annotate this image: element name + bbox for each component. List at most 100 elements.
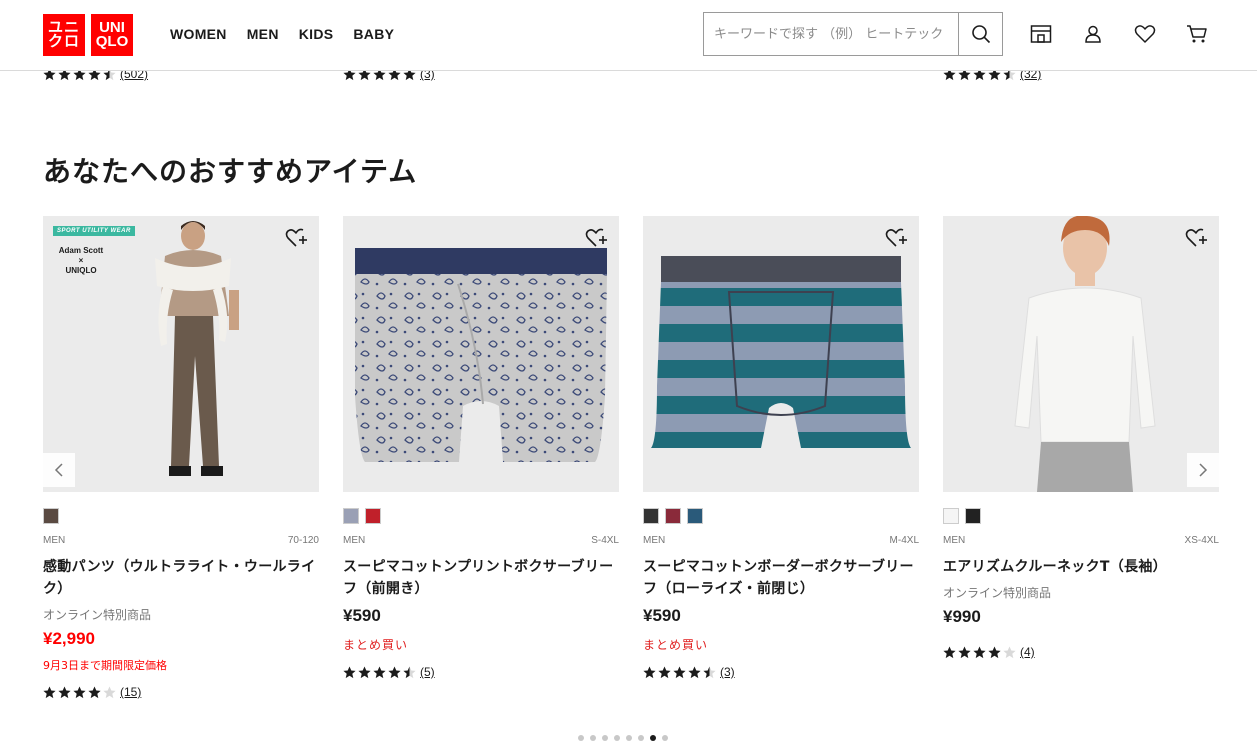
color-swatch[interactable] — [665, 508, 681, 524]
carousel-dot[interactable] — [662, 735, 668, 741]
nav-baby[interactable]: BABY — [353, 26, 394, 42]
size-range: M-4XL — [889, 535, 919, 546]
bulk-buy-label: まとめ買い — [643, 638, 709, 652]
search-icon — [971, 25, 990, 44]
carousel-prev-button[interactable] — [43, 453, 75, 487]
color-swatch[interactable] — [43, 508, 59, 524]
product-meta: MEN S-4XL — [343, 535, 619, 546]
size-range: XS-4XL — [1184, 535, 1219, 546]
star-icon — [973, 646, 986, 658]
product-card[interactable]: SPORT UTILITY WEAR Adam Scott × UNIQLO M… — [43, 216, 319, 699]
carousel-dot[interactable] — [614, 735, 620, 741]
carousel-dot[interactable] — [602, 735, 608, 741]
bulk-buy-label: まとめ買い — [343, 638, 409, 652]
size-range: S-4XL — [591, 535, 619, 546]
color-swatch[interactable] — [365, 508, 381, 524]
search-button[interactable] — [958, 13, 1002, 55]
color-swatches — [43, 508, 319, 524]
review-count[interactable]: (4) — [1020, 645, 1035, 659]
size-range: 70-120 — [287, 535, 319, 546]
star-icon — [643, 666, 656, 678]
user-icon[interactable] — [1081, 22, 1105, 46]
star-icon — [658, 666, 671, 678]
heart-icon[interactable] — [1133, 22, 1157, 46]
add-favorite-icon[interactable] — [885, 226, 909, 250]
color-swatch[interactable] — [965, 508, 981, 524]
add-favorite-icon[interactable] — [285, 226, 309, 250]
color-swatch[interactable] — [943, 508, 959, 524]
product-price: ¥590 — [643, 606, 681, 625]
chevron-left-icon — [54, 463, 63, 477]
nav-kids[interactable]: KIDS — [299, 26, 334, 42]
review-count[interactable]: (5) — [420, 665, 435, 679]
add-favorite-icon[interactable] — [1185, 226, 1209, 250]
collab-name: Adam Scott — [58, 246, 104, 255]
product-image[interactable] — [343, 216, 619, 492]
product-rating: (5) — [343, 665, 619, 679]
product-name[interactable]: スーピマコットンプリントボクサーブリーフ（前開き） — [343, 556, 619, 600]
main-nav: WOMEN MEN KIDS BABY — [170, 26, 414, 42]
star-rating — [643, 666, 716, 679]
star-icon — [703, 666, 716, 678]
boxer-photo — [355, 248, 607, 462]
search-input[interactable] — [704, 13, 958, 55]
carousel-dot[interactable] — [650, 735, 656, 741]
product-card[interactable]: MEN M-4XL スーピマコットンボーダーボクサーブリーフ（ローライズ・前閉じ… — [643, 216, 919, 679]
collab-label: Adam Scott × UNIQLO — [53, 246, 109, 276]
star-icon — [103, 686, 116, 698]
product-meta: MEN XS-4XL — [943, 535, 1219, 546]
collab-brand: UNIQLO — [65, 266, 97, 275]
carousel-dot[interactable] — [578, 735, 584, 741]
add-favorite-icon[interactable] — [585, 226, 609, 250]
product-card[interactable]: MEN S-4XL スーピマコットンプリントボクサーブリーフ（前開き） ¥590… — [343, 216, 619, 679]
product-rating: (3) — [643, 665, 919, 679]
nav-men[interactable]: MEN — [247, 26, 279, 42]
gender-label: MEN — [943, 535, 966, 546]
product-image[interactable] — [643, 216, 919, 492]
product-price: ¥590 — [343, 606, 381, 625]
nav-women[interactable]: WOMEN — [170, 26, 227, 42]
store-icon[interactable] — [1029, 22, 1053, 46]
review-count[interactable]: (3) — [720, 665, 735, 679]
star-icon — [343, 666, 356, 678]
section-title: あなたへのおすすめアイテム — [43, 155, 418, 188]
product-name[interactable]: 感動パンツ（ウルトラライト・ウールライク） — [43, 556, 319, 600]
product-image[interactable] — [943, 216, 1219, 492]
color-swatches — [643, 508, 919, 524]
color-swatch[interactable] — [687, 508, 703, 524]
product-name[interactable]: エアリズムクルーネックT（長袖） — [943, 556, 1219, 578]
gender-label: MEN — [643, 535, 666, 546]
star-icon — [88, 686, 101, 698]
online-only-note: オンライン特別商品 — [943, 586, 1052, 600]
review-count[interactable]: (15) — [120, 685, 141, 699]
product-price: ¥990 — [943, 607, 981, 626]
star-icon — [58, 686, 71, 698]
star-icon — [43, 686, 56, 698]
carousel-dot[interactable] — [590, 735, 596, 741]
product-meta: MEN 70-120 — [43, 535, 319, 546]
star-rating — [43, 686, 116, 699]
product-rating: (15) — [43, 685, 319, 699]
carousel-dot[interactable] — [626, 735, 632, 741]
star-icon — [373, 666, 386, 678]
star-icon — [688, 666, 701, 678]
cart-icon[interactable] — [1185, 22, 1209, 46]
star-icon — [988, 646, 1001, 658]
star-icon — [403, 666, 416, 678]
uniqlo-logo-jp[interactable]: ユニ クロ — [43, 14, 85, 56]
search-box — [703, 12, 1003, 56]
boxer-photo — [651, 256, 911, 448]
product-card[interactable]: MEN XS-4XL エアリズムクルーネックT（長袖） オンライン特別商品 ¥9… — [943, 216, 1219, 659]
star-rating — [943, 646, 1016, 659]
color-swatch[interactable] — [343, 508, 359, 524]
star-icon — [388, 666, 401, 678]
carousel-dot[interactable] — [638, 735, 644, 741]
product-name[interactable]: スーピマコットンボーダーボクサーブリーフ（ローライズ・前閉じ） — [643, 556, 919, 600]
sport-utility-badge: SPORT UTILITY WEAR — [53, 226, 135, 236]
color-swatch[interactable] — [643, 508, 659, 524]
product-image[interactable]: SPORT UTILITY WEAR Adam Scott × UNIQLO — [43, 216, 319, 492]
gender-label: MEN — [343, 535, 366, 546]
carousel-next-button[interactable] — [1187, 453, 1219, 487]
uniqlo-logo-en[interactable]: UNI QLO — [91, 14, 133, 56]
product-meta: MEN M-4XL — [643, 535, 919, 546]
